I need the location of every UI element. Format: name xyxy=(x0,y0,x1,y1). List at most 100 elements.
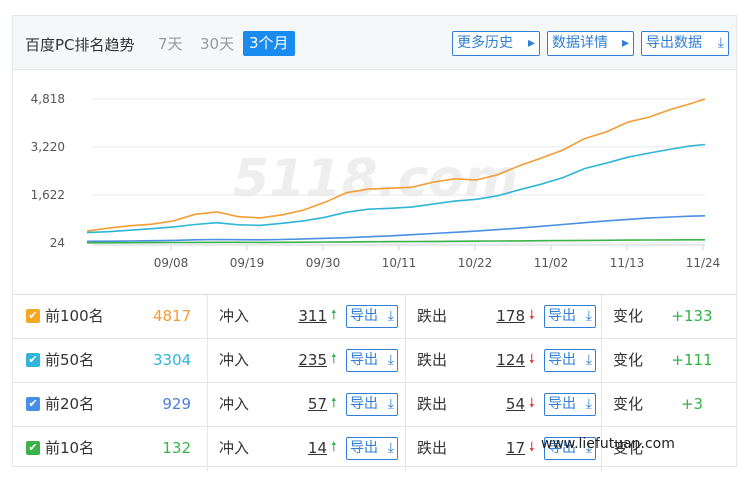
export-out-button[interactable]: 导出 ⤓ xyxy=(544,393,596,416)
panel-header: 百度PC排名趋势 7天 30天 3个月 更多历史 ▸ 数据详情 ▸ 导出数据 ⤓ xyxy=(13,16,736,70)
series-checkbox[interactable]: ✔ xyxy=(26,309,40,323)
row-label: 前50名 xyxy=(45,351,95,369)
in-label: 冲入 xyxy=(219,395,250,413)
divider xyxy=(207,339,208,383)
arrow-up-icon: 🠕 xyxy=(331,352,337,367)
more-history-button[interactable]: 更多历史 ▸ xyxy=(452,31,540,56)
ranking-trend-chart: 5118.com4,8183,2201,6222409/08 09/19 09/30… xyxy=(31,92,721,270)
in-value-link[interactable]: 235 xyxy=(293,339,327,382)
range-3-months[interactable]: 3个月 xyxy=(243,31,295,56)
row-label: 前100名 xyxy=(45,307,104,325)
export-label: 导出 xyxy=(548,308,576,324)
download-icon: ⤓ xyxy=(717,35,724,51)
change-value: +111 xyxy=(671,351,713,369)
out-value-link[interactable]: 178 xyxy=(491,295,525,338)
watermark-text: www.liefutuan.com xyxy=(541,436,675,452)
download-icon: ⤓ xyxy=(387,308,394,324)
arrow-down-icon: 🠗 xyxy=(529,308,535,323)
change-value xyxy=(668,427,716,470)
series-checkbox[interactable]: ✔ xyxy=(26,441,40,455)
change-label: 变化 xyxy=(613,395,644,413)
x-tick-label: 11/02 xyxy=(534,256,569,270)
export-out-button[interactable]: 导出 ⤓ xyxy=(544,305,596,328)
data-details-button[interactable]: 数据详情 ▸ xyxy=(547,31,634,56)
download-icon: ⤓ xyxy=(387,352,394,368)
change-value: +3 xyxy=(680,395,704,413)
change-label: 变化 xyxy=(613,351,644,369)
x-tick-label: 09/30 xyxy=(306,256,341,270)
out-label: 跌出 xyxy=(417,307,448,325)
caret-right-icon: ▸ xyxy=(621,35,629,51)
y-tick-label: 1,622 xyxy=(31,188,65,202)
series-checkbox[interactable]: ✔ xyxy=(26,353,40,367)
download-icon: ⤓ xyxy=(387,396,394,412)
table-row: ✔ 前100名 4817 冲入 311 🠕 导出 ⤓ 跌出 178 🠗 导出 ⤓ 变化 +133 xyxy=(13,294,736,339)
divider xyxy=(207,427,208,471)
export-label: 导出 xyxy=(548,396,576,412)
export-in-button[interactable]: 导出 ⤓ xyxy=(346,349,398,372)
export-label: 导出 xyxy=(350,396,378,412)
table-row: ✔ 前50名 3304 冲入 235 🠕 导出 ⤓ 跌出 124 🠗 导出 ⤓ 变化 +111 xyxy=(13,338,736,383)
row-label: 前20名 xyxy=(45,395,95,413)
caret-right-icon: ▸ xyxy=(527,35,535,51)
change-label: 变化 xyxy=(613,307,644,325)
export-label: 导出 xyxy=(350,440,378,456)
divider xyxy=(405,339,406,383)
out-value-link[interactable]: 17 xyxy=(491,427,525,470)
in-value-link[interactable]: 14 xyxy=(293,427,327,470)
divider xyxy=(207,383,208,427)
divider xyxy=(405,427,406,471)
in-label: 冲入 xyxy=(219,307,250,325)
change-value: +133 xyxy=(671,307,713,325)
divider xyxy=(207,295,208,339)
export-out-button[interactable]: 导出 ⤓ xyxy=(544,349,596,372)
export-label: 导出 xyxy=(548,352,576,368)
x-tick-label: 09/19 xyxy=(230,256,265,270)
row-count: 3304 xyxy=(153,351,192,369)
in-value-link[interactable]: 57 xyxy=(293,383,327,426)
out-value-link[interactable]: 54 xyxy=(491,383,525,426)
arrow-up-icon: 🠕 xyxy=(331,396,337,411)
x-tick-label: 11/13 xyxy=(610,256,645,270)
out-label: 跌出 xyxy=(417,395,448,413)
divider xyxy=(405,295,406,339)
row-label: 前10名 xyxy=(45,439,95,457)
in-value-link[interactable]: 311 xyxy=(293,295,327,338)
ranking-trend-panel: 百度PC排名趋势 7天 30天 3个月 更多历史 ▸ 数据详情 ▸ 导出数据 ⤓… xyxy=(12,15,737,471)
export-in-button[interactable]: 导出 ⤓ xyxy=(346,393,398,416)
series-checkbox[interactable]: ✔ xyxy=(26,397,40,411)
range-7-days[interactable]: 7天 xyxy=(158,33,183,54)
export-label: 导出 xyxy=(350,352,378,368)
row-count: 4817 xyxy=(153,307,192,325)
y-tick-label: 3,220 xyxy=(31,140,65,154)
download-icon: ⤓ xyxy=(585,352,592,368)
panel-title: 百度PC排名趋势 xyxy=(25,36,135,54)
in-label: 冲入 xyxy=(219,439,250,457)
out-label: 跌出 xyxy=(417,439,448,457)
download-icon: ⤓ xyxy=(585,396,592,412)
x-tick-label: 10/22 xyxy=(458,256,493,270)
out-value-link[interactable]: 124 xyxy=(491,339,525,382)
export-data-button[interactable]: 导出数据 ⤓ xyxy=(641,31,729,56)
export-in-button[interactable]: 导出 ⤓ xyxy=(346,305,398,328)
arrow-down-icon: 🠗 xyxy=(529,440,535,455)
divider xyxy=(601,295,602,339)
out-label: 跌出 xyxy=(417,351,448,369)
y-tick-label: 4,818 xyxy=(31,92,65,106)
y-tick-label: 24 xyxy=(50,236,65,250)
row-count: 929 xyxy=(162,395,191,413)
data-details-label: 数据详情 xyxy=(552,35,608,51)
divider xyxy=(601,339,602,383)
export-label: 导出 xyxy=(350,308,378,324)
range-30-days[interactable]: 30天 xyxy=(200,33,234,54)
more-history-label: 更多历史 xyxy=(457,35,513,51)
row-count: 132 xyxy=(162,439,191,457)
x-tick-label: 09/08 xyxy=(154,256,189,270)
export-in-button[interactable]: 导出 ⤓ xyxy=(346,437,398,460)
in-label: 冲入 xyxy=(219,351,250,369)
download-icon: ⤓ xyxy=(387,440,394,456)
download-icon: ⤓ xyxy=(585,308,592,324)
x-tick-label: 10/11 xyxy=(382,256,417,270)
export-data-label: 导出数据 xyxy=(646,35,702,51)
divider xyxy=(405,383,406,427)
